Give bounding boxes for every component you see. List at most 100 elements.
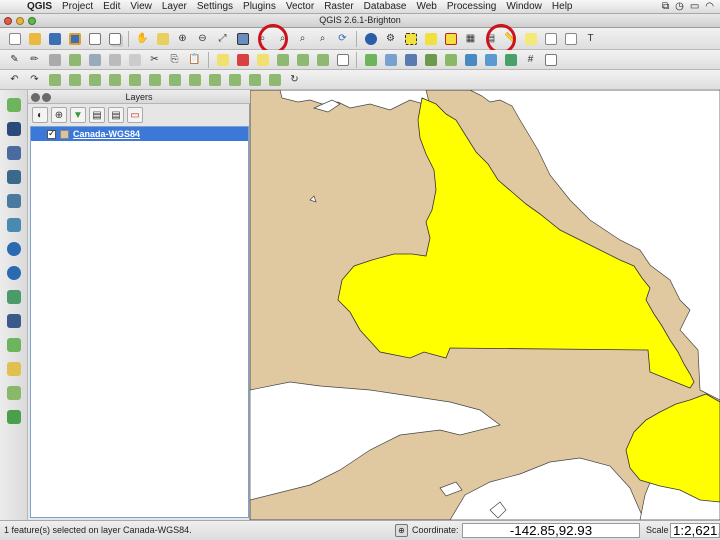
time-machine-icon[interactable]: ◷ — [675, 1, 684, 12]
delete-part-icon[interactable] — [146, 71, 163, 88]
toggle-extents-mouse-icon[interactable]: ⊕ — [395, 524, 408, 537]
add-csv-layer-icon[interactable] — [542, 51, 559, 68]
float-panel-icon[interactable] — [42, 93, 51, 102]
paste-features-icon[interactable]: 📋 — [186, 51, 203, 68]
node-tool-icon[interactable] — [106, 51, 123, 68]
menu-processing[interactable]: Processing — [442, 1, 501, 12]
add-feature-icon[interactable] — [66, 51, 83, 68]
new-print-composer-icon[interactable] — [86, 30, 103, 47]
menu-layer[interactable]: Layer — [157, 1, 192, 12]
add-delimited-text-icon[interactable] — [334, 51, 351, 68]
zoom-full-icon[interactable]: ⤢ — [214, 30, 231, 47]
merge-selected-icon[interactable] — [246, 71, 263, 88]
menu-view[interactable]: View — [125, 1, 157, 12]
add-raster-layer-icon[interactable] — [382, 51, 399, 68]
delete-selected-icon[interactable] — [126, 51, 143, 68]
select-features-icon[interactable] — [402, 30, 419, 47]
open-layer-styling-icon[interactable]: ◐ — [32, 107, 48, 123]
zoom-out-icon[interactable]: ⊖ — [194, 30, 211, 47]
grid-icon[interactable]: # — [522, 51, 539, 68]
menu-edit[interactable]: Edit — [98, 1, 125, 12]
delete-ring-icon[interactable] — [126, 71, 143, 88]
add-map-layer-icon[interactable] — [5, 408, 23, 426]
menu-plugins[interactable]: Plugins — [238, 1, 281, 12]
offset-curve-icon[interactable] — [186, 71, 203, 88]
menu-settings[interactable]: Settings — [192, 1, 238, 12]
save-project-icon[interactable] — [46, 30, 63, 47]
split-parts-icon[interactable] — [226, 71, 243, 88]
menu-help[interactable]: Help — [547, 1, 578, 12]
open-project-icon[interactable] — [26, 30, 43, 47]
current-edits-icon[interactable]: ✎ — [6, 51, 23, 68]
remove-layer-icon[interactable]: ▭ — [127, 107, 143, 123]
add-wcs-layer-icon[interactable] — [482, 51, 499, 68]
menu-database[interactable]: Database — [359, 1, 412, 12]
new-shapefile-icon[interactable] — [5, 336, 23, 354]
reshape-features-icon[interactable] — [166, 71, 183, 88]
add-mssql-layer-icon[interactable] — [442, 51, 459, 68]
action-icon[interactable]: ⚙ — [382, 30, 399, 47]
zoom-in-icon[interactable]: ⊕ — [174, 30, 191, 47]
add-spatialite-layer-icon[interactable] — [422, 51, 439, 68]
toggle-editing-icon[interactable]: ✏ — [26, 51, 43, 68]
add-wcs-layer-icon[interactable] — [5, 264, 23, 282]
scale-field[interactable] — [670, 523, 720, 538]
identify-icon[interactable] — [362, 30, 379, 47]
change-label-icon[interactable] — [314, 51, 331, 68]
expand-all-icon[interactable]: ▤ — [89, 107, 105, 123]
open-attribute-table-icon[interactable]: ▦ — [462, 30, 479, 47]
layer-item[interactable]: Canada-WGS84 — [31, 127, 248, 141]
move-feature-icon[interactable] — [86, 51, 103, 68]
new-spatialite-icon[interactable] — [5, 360, 23, 378]
new-gps-layer-icon[interactable] — [5, 384, 23, 402]
map-canvas[interactable] — [250, 90, 720, 520]
coordinate-field[interactable] — [462, 523, 640, 538]
label-tool-icon[interactable] — [214, 51, 231, 68]
menu-project[interactable]: Project — [57, 1, 98, 12]
add-vector-layer-icon[interactable] — [5, 96, 23, 114]
add-wms-layer-icon[interactable] — [5, 240, 23, 258]
map-svg[interactable] — [250, 90, 720, 520]
wifi-icon[interactable]: ◠ — [705, 1, 714, 12]
save-layer-edits-icon[interactable] — [46, 51, 63, 68]
fill-ring-icon[interactable] — [106, 71, 123, 88]
show-bookmarks-icon[interactable] — [562, 30, 579, 47]
layer-visibility-checkbox[interactable] — [47, 128, 56, 139]
redo-icon[interactable]: ↷ — [26, 71, 43, 88]
menu-window[interactable]: Window — [501, 1, 547, 12]
add-wfs-layer-icon[interactable] — [5, 288, 23, 306]
composer-manager-icon[interactable] — [106, 30, 123, 47]
cut-features-icon[interactable]: ✂ — [146, 51, 163, 68]
add-vector-layer-icon[interactable] — [362, 51, 379, 68]
add-raster-layer-icon[interactable] — [5, 120, 23, 138]
zoom-to-selection-icon[interactable] — [234, 30, 251, 47]
save-as-icon[interactable] — [66, 30, 83, 47]
undo-icon[interactable]: ↶ — [6, 71, 23, 88]
deselect-all-icon[interactable] — [442, 30, 459, 47]
add-ring-icon[interactable] — [66, 71, 83, 88]
add-spatialite-layer-icon[interactable] — [5, 168, 23, 186]
merge-attributes-icon[interactable] — [266, 71, 283, 88]
zoom-next-icon[interactable]: ⌕ — [314, 30, 331, 47]
close-panel-icon[interactable] — [31, 93, 40, 102]
simplify-feature-icon[interactable] — [46, 71, 63, 88]
menu-raster[interactable]: Raster — [319, 1, 358, 12]
select-by-expression-icon[interactable] — [422, 30, 439, 47]
add-postgis-layer-icon[interactable] — [402, 51, 419, 68]
add-mssql-layer-icon[interactable] — [5, 192, 23, 210]
copy-features-icon[interactable]: ⎘ — [166, 51, 183, 68]
menu-app[interactable]: QGIS — [22, 1, 57, 12]
collapse-all-icon[interactable]: ▤ — [108, 107, 124, 123]
split-features-icon[interactable] — [206, 71, 223, 88]
filter-legend-icon[interactable]: ▼ — [70, 107, 86, 123]
pan-icon[interactable]: ✋ — [134, 30, 151, 47]
pin-labels-icon[interactable] — [234, 51, 251, 68]
text-annotation-icon[interactable]: T — [582, 30, 599, 47]
rotate-label-icon[interactable] — [294, 51, 311, 68]
zoom-last-icon[interactable]: ⌕ — [294, 30, 311, 47]
add-wfs-layer-icon[interactable] — [502, 51, 519, 68]
add-postgis-layer-icon[interactable] — [5, 144, 23, 162]
add-oracle-layer-icon[interactable] — [5, 216, 23, 234]
rotate-point-symbols-icon[interactable]: ↻ — [286, 71, 303, 88]
pan-to-selection-icon[interactable] — [154, 30, 171, 47]
